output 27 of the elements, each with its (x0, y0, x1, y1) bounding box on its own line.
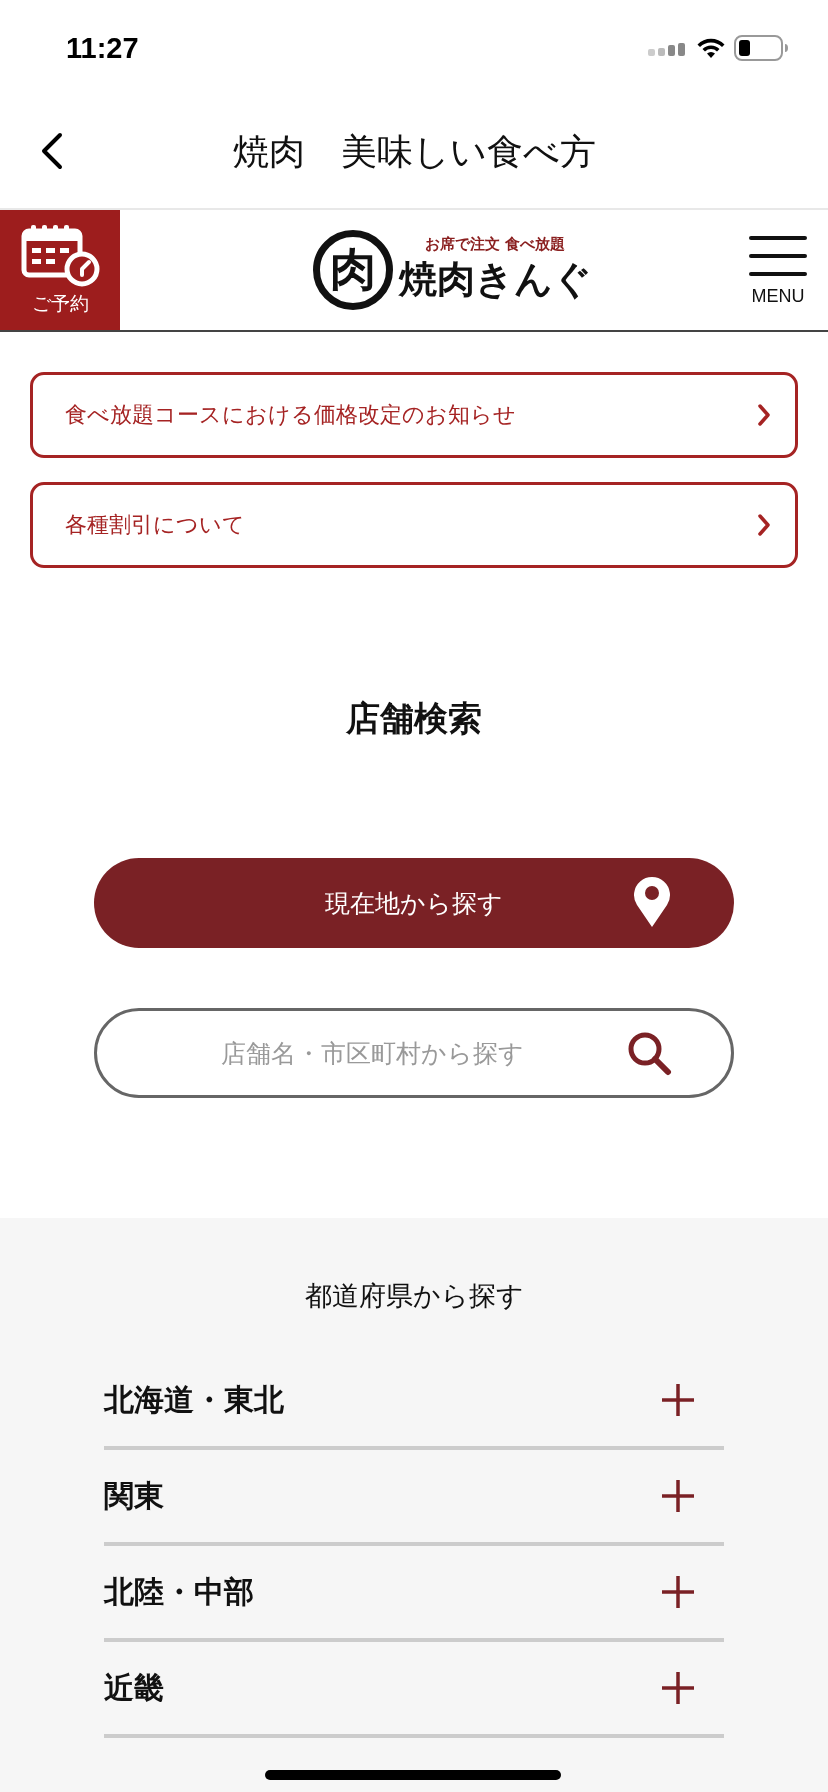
signal-icon (648, 40, 688, 56)
region-row[interactable]: 北海道・東北 (104, 1354, 724, 1450)
notice-link[interactable]: 食べ放題コースにおける価格改定のお知らせ (30, 372, 798, 458)
plus-icon (660, 1574, 696, 1610)
notice-link[interactable]: 各種割引について (30, 482, 798, 568)
section-title: 都道府県から探す (304, 1279, 524, 1313)
status-time: 11:27 (66, 31, 139, 65)
nav-title: 焼肉 美味しい食べ方 (232, 129, 596, 174)
region-row[interactable]: 北陸・中部 (104, 1546, 724, 1642)
menu-button[interactable]: MENU (748, 233, 828, 307)
region-row[interactable]: 近畿 (104, 1642, 724, 1738)
region-row[interactable]: 関東 (104, 1450, 724, 1546)
calendar-clock-icon (20, 223, 100, 287)
wifi-icon (696, 37, 726, 59)
search-field[interactable]: 店舗名・市区町村から探す (94, 1008, 734, 1098)
section-title: 店舗検索 (346, 697, 482, 740)
plus-icon (660, 1382, 696, 1418)
chevron-right-icon (757, 513, 771, 537)
plus-icon (660, 1670, 696, 1706)
location-pin-icon (632, 874, 672, 928)
back-button[interactable] (40, 132, 64, 170)
search-icon[interactable] (626, 1030, 672, 1076)
plus-icon (660, 1478, 696, 1514)
reserve-button[interactable]: ご予約 (0, 210, 120, 330)
chevron-right-icon (757, 403, 771, 427)
locate-button[interactable]: 現在地から探す (94, 858, 734, 948)
battery-icon (734, 35, 788, 61)
